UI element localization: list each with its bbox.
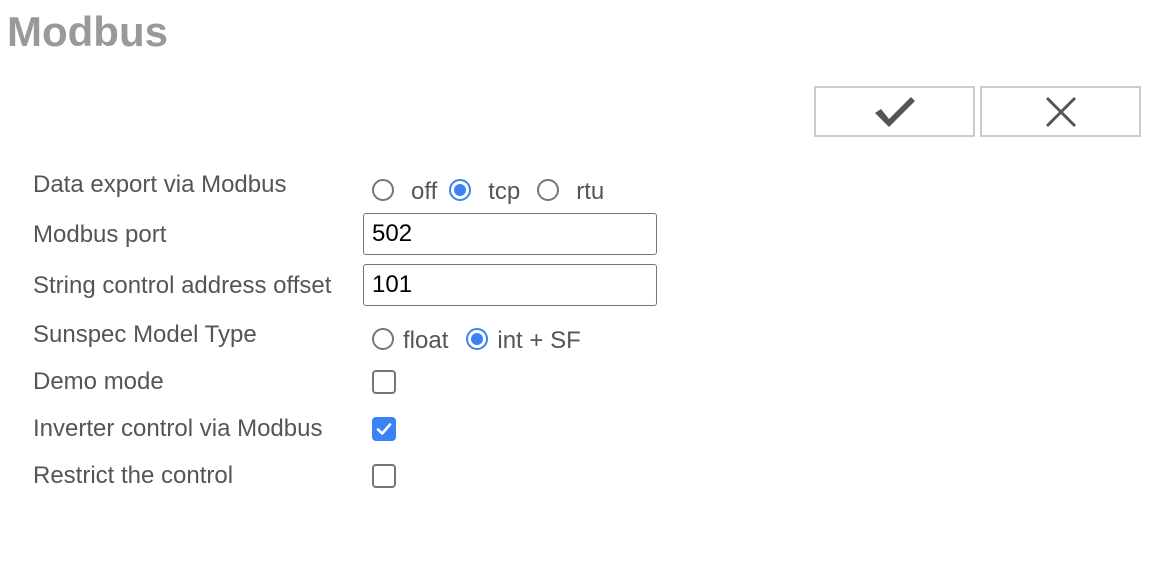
inverter-control-checkbox[interactable]	[372, 417, 396, 441]
modbus-port-input[interactable]	[363, 213, 657, 255]
data-export-radio-group: off tcp rtu	[372, 174, 604, 206]
demo-mode-row: Demo mode	[33, 365, 733, 405]
data-export-off-radio[interactable]	[372, 179, 394, 201]
sunspec-int-sf-radio[interactable]	[466, 328, 489, 350]
confirm-button[interactable]	[814, 86, 975, 137]
page-title: Modbus	[7, 8, 168, 55]
data-export-tcp-radio[interactable]	[449, 179, 472, 201]
data-export-off-label[interactable]: off	[411, 178, 437, 206]
sunspec-type-row: Sunspec Model Type float int + SF	[33, 318, 733, 358]
data-export-row: Data export via Modbus off tcp rtu	[33, 168, 733, 208]
data-export-tcp-label[interactable]: tcp	[488, 178, 520, 206]
cancel-button[interactable]	[980, 86, 1141, 137]
string-offset-label: String control address offset	[33, 272, 332, 299]
sunspec-type-radio-group: float int + SF	[372, 323, 581, 355]
inverter-control-label: Inverter control via Modbus	[33, 415, 323, 442]
demo-mode-label: Demo mode	[33, 368, 164, 395]
string-offset-input[interactable]	[363, 264, 657, 306]
restrict-control-label: Restrict the control	[33, 462, 234, 489]
checkmark-icon	[376, 423, 392, 435]
sunspec-int-sf-label[interactable]: int + SF	[497, 327, 580, 355]
data-export-rtu-label[interactable]: rtu	[576, 178, 604, 206]
checkmark-icon	[874, 96, 915, 127]
sunspec-float-radio[interactable]	[372, 328, 394, 350]
data-export-rtu-radio[interactable]	[537, 179, 560, 201]
sunspec-type-label: Sunspec Model Type	[33, 321, 257, 348]
restrict-control-row: Restrict the control	[33, 459, 733, 499]
demo-mode-checkbox[interactable]	[372, 370, 396, 394]
string-offset-row: String control address offset	[33, 264, 733, 308]
modbus-port-row: Modbus port	[33, 213, 733, 257]
modbus-port-label: Modbus port	[33, 221, 167, 248]
close-icon	[1045, 96, 1076, 127]
sunspec-float-label[interactable]: float	[403, 327, 448, 355]
restrict-control-checkbox[interactable]	[372, 464, 396, 488]
data-export-label: Data export via Modbus	[33, 171, 287, 198]
inverter-control-row: Inverter control via Modbus	[33, 412, 733, 452]
